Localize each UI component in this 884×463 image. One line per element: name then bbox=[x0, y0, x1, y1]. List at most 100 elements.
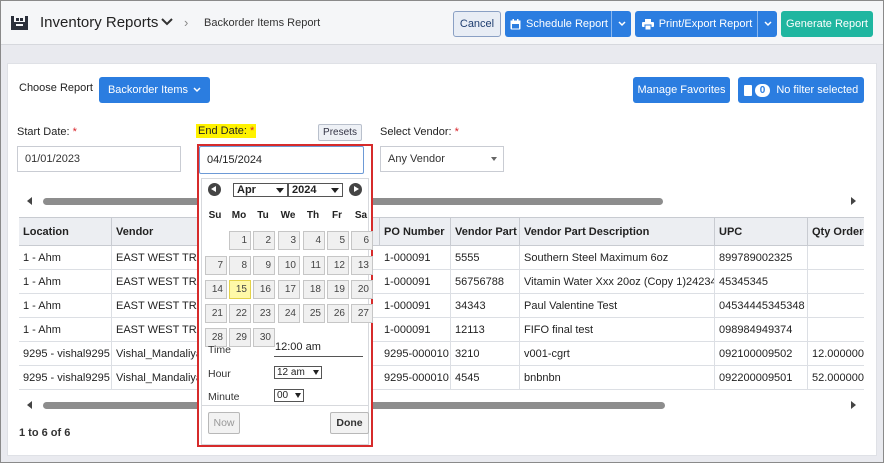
calendar-day[interactable]: 1 bbox=[229, 231, 251, 250]
calendar-day[interactable]: 19 bbox=[327, 280, 349, 299]
cell-description: Vitamin Water Xxx 20oz (Copy 1)24234 bbox=[520, 270, 715, 293]
weekday-label: Th bbox=[306, 210, 320, 221]
scroll-left-icon[interactable] bbox=[27, 401, 32, 409]
cancel-button[interactable]: Cancel bbox=[453, 11, 501, 37]
cell-upc: 098984949374 bbox=[715, 318, 808, 341]
table-row[interactable]: 1 - Ahm EAST WEST TRADERS 1-000091 12113… bbox=[19, 318, 864, 342]
calendar-popup: Apr 2024 Su Mo Tu We Th Fr Sa 1234567891… bbox=[201, 178, 373, 445]
print-export-button[interactable]: Print/Export Report bbox=[635, 11, 777, 37]
cell-vendor-part: 34343 bbox=[451, 294, 520, 317]
print-export-label: Print/Export Report bbox=[658, 18, 753, 30]
calendar-day[interactable]: 9 bbox=[253, 256, 275, 275]
calendar-day[interactable]: 13 bbox=[351, 256, 373, 275]
generate-report-button[interactable]: Generate Report bbox=[781, 11, 873, 37]
calendar-day[interactable]: 8 bbox=[229, 256, 251, 275]
printer-icon bbox=[641, 18, 654, 30]
cell-upc: 092200009501 bbox=[715, 366, 808, 389]
presets-button[interactable]: Presets bbox=[318, 124, 362, 141]
filter-button[interactable]: 0 No filter selected bbox=[738, 77, 864, 103]
calendar-day[interactable]: 16 bbox=[253, 280, 275, 299]
report-select-button[interactable]: Backorder Items bbox=[99, 77, 210, 103]
table-row[interactable]: 1 - Ahm EAST WEST TRADERS 1-000091 34343… bbox=[19, 294, 864, 318]
cell-upc: 45345345 bbox=[715, 270, 808, 293]
column-header-po-number[interactable]: PO Number bbox=[380, 218, 451, 245]
calendar-day[interactable]: 4 bbox=[303, 231, 325, 250]
next-month-icon[interactable] bbox=[349, 183, 362, 196]
breadcrumb: Backorder Items Report bbox=[204, 17, 321, 29]
calendar-day[interactable]: 2 bbox=[253, 231, 275, 250]
print-dropdown-toggle[interactable] bbox=[757, 11, 777, 37]
scroll-left-icon[interactable] bbox=[27, 197, 32, 205]
manage-favorites-button[interactable]: Manage Favorites bbox=[633, 77, 730, 103]
calendar-day[interactable]: 23 bbox=[253, 304, 275, 323]
prev-month-icon[interactable] bbox=[208, 183, 221, 196]
done-label: Done bbox=[336, 417, 363, 429]
cell-qty-ordered bbox=[808, 294, 864, 317]
cell-description: Southern Steel Maximum 6oz bbox=[520, 246, 715, 269]
calendar-day[interactable]: 27 bbox=[351, 304, 373, 323]
calendar-day[interactable]: 5 bbox=[327, 231, 349, 250]
top-bar: Inventory Reports › Backorder Items Repo… bbox=[1, 1, 883, 45]
calendar-day[interactable]: 26 bbox=[327, 304, 349, 323]
minute-label: Minute bbox=[208, 391, 240, 403]
minute-select-value: 00 bbox=[277, 390, 289, 401]
table-scrollbar-top[interactable] bbox=[19, 195, 864, 207]
calendar-day[interactable]: 21 bbox=[205, 304, 227, 323]
calendar-day[interactable]: 29 bbox=[229, 328, 251, 347]
table-row[interactable]: 9295 - vishal9295 Vishal_Mandaliya 9295-… bbox=[19, 366, 864, 390]
row-count-label: 1 to 6 of 6 bbox=[19, 427, 71, 439]
calendar-day[interactable]: 22 bbox=[229, 304, 251, 323]
end-date-input[interactable]: 04/15/2024 bbox=[199, 146, 364, 174]
calendar-day[interactable]: 18 bbox=[303, 280, 325, 299]
caret-down-icon bbox=[295, 393, 301, 398]
schedule-dropdown-toggle[interactable] bbox=[611, 11, 631, 37]
scroll-right-icon[interactable] bbox=[851, 197, 856, 205]
column-header-vendor-part[interactable]: Vendor Part bbox=[451, 218, 520, 245]
minute-select[interactable]: 00 bbox=[274, 389, 304, 402]
year-select[interactable]: 2024 bbox=[288, 183, 343, 197]
hour-label: Hour bbox=[208, 368, 231, 380]
chevron-down-icon[interactable] bbox=[161, 17, 173, 27]
table-scrollbar-bottom[interactable] bbox=[19, 399, 864, 411]
calendar-day[interactable]: 3 bbox=[278, 231, 300, 250]
cell-po-number: 9295-000010 bbox=[380, 366, 451, 389]
calendar-day[interactable]: 25 bbox=[303, 304, 325, 323]
column-header-qty-ordered[interactable]: Qty Ordered bbox=[808, 218, 864, 245]
table-row[interactable]: 9295 - vishal9295 Vishal_Mandaliya 9295-… bbox=[19, 342, 864, 366]
start-date-input[interactable]: 01/01/2023 bbox=[17, 146, 181, 172]
column-header-upc[interactable]: UPC bbox=[715, 218, 808, 245]
calendar-day[interactable]: 30 bbox=[253, 328, 275, 347]
calendar-day[interactable]: 6 bbox=[351, 231, 373, 250]
schedule-report-button[interactable]: Schedule Report bbox=[505, 11, 631, 37]
column-header-location[interactable]: Location bbox=[19, 218, 112, 245]
table-row[interactable]: 1 - Ahm EAST WEST TRADERS 1-000091 5555 … bbox=[19, 246, 864, 270]
done-button[interactable]: Done bbox=[330, 412, 369, 434]
calendar-day[interactable]: 10 bbox=[278, 256, 300, 275]
chevron-down-icon bbox=[763, 21, 772, 27]
cell-po-number: 9295-000010 bbox=[380, 342, 451, 365]
now-button[interactable]: Now bbox=[208, 412, 240, 434]
scroll-right-icon[interactable] bbox=[851, 401, 856, 409]
choose-report-label: Choose Report bbox=[19, 82, 93, 94]
cell-location: 9295 - vishal9295 bbox=[19, 366, 112, 389]
column-header-vendor-part-description[interactable]: Vendor Part Description bbox=[520, 218, 715, 245]
cell-description: Paul Valentine Test bbox=[520, 294, 715, 317]
hour-select[interactable]: 12 am bbox=[274, 366, 322, 379]
month-select[interactable]: Apr bbox=[233, 183, 288, 197]
vendor-select[interactable]: Any Vendor bbox=[380, 146, 504, 172]
calendar-day[interactable]: 17 bbox=[278, 280, 300, 299]
table-row[interactable]: 1 - Ahm EAST WEST TRADERS 1-000091 56756… bbox=[19, 270, 864, 294]
calendar-day[interactable]: 7 bbox=[205, 256, 227, 275]
calendar-day[interactable]: 11 bbox=[303, 256, 325, 275]
cell-location: 1 - Ahm bbox=[19, 246, 112, 269]
calendar-day[interactable]: 12 bbox=[327, 256, 349, 275]
calendar-day[interactable]: 14 bbox=[205, 280, 227, 299]
end-date-value: 04/15/2024 bbox=[207, 154, 263, 166]
end-date-label-text: End Date: bbox=[198, 125, 247, 137]
calendar-day[interactable]: 15 bbox=[229, 280, 251, 299]
cell-upc: 04534445345348 bbox=[715, 294, 808, 317]
cell-po-number: 1-000091 bbox=[380, 270, 451, 293]
calendar-day[interactable]: 24 bbox=[278, 304, 300, 323]
cell-upc: 899789002325 bbox=[715, 246, 808, 269]
calendar-day[interactable]: 20 bbox=[351, 280, 373, 299]
